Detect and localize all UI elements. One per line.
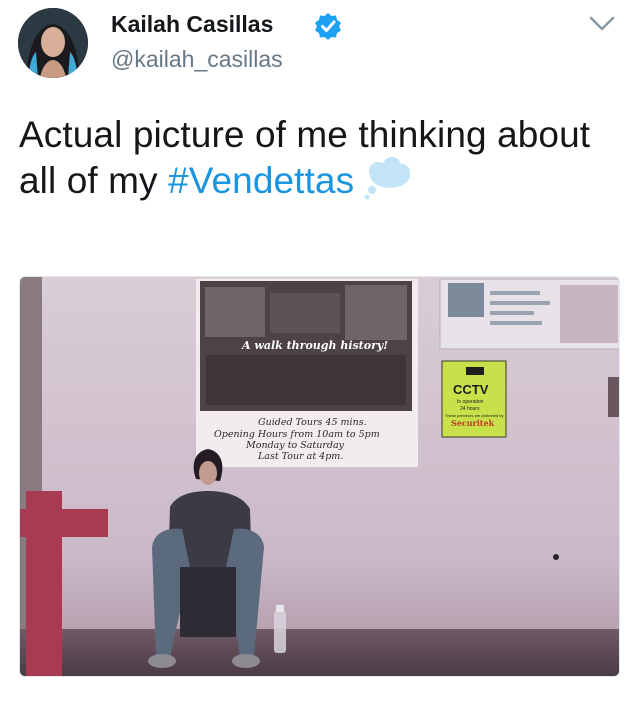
tweet-header: Kailah Casillas @kailah_casillas	[0, 0, 636, 90]
cctv-subtitle: In operation	[457, 399, 484, 405]
poster-banner: A walk through history!	[241, 339, 388, 352]
tweet-photo[interactable]: A walk through history! Guided Tours 45 …	[19, 276, 620, 677]
verified-badge-icon	[315, 13, 341, 40]
water-bottle	[274, 605, 286, 653]
cctv-hours: 24 hours	[460, 406, 480, 412]
tweet-text: Actual picture of me thinking about all …	[19, 112, 609, 203]
thought-balloon-icon	[364, 157, 411, 200]
avatar-photo	[18, 8, 88, 78]
poster-line-3: Monday to Saturday	[245, 440, 345, 451]
cctv-sign: CCTV In operation 24 hours These premise…	[441, 360, 507, 438]
display-name[interactable]: Kailah Casillas	[111, 11, 273, 38]
history-poster: A walk through history! Guided Tours 45 …	[196, 279, 418, 467]
poster-line-1: Guided Tours 45 mins.	[258, 417, 367, 428]
user-handle[interactable]: @kailah_casillas	[111, 46, 283, 73]
poster-line-2: Opening Hours from 10am to 5pm	[214, 429, 380, 440]
avatar[interactable]	[18, 8, 88, 78]
poster-line-4: Last Tour at 4pm.	[257, 451, 343, 462]
cctv-title: CCTV	[453, 382, 489, 397]
cctv-brand: Securitek	[451, 418, 495, 428]
chevron-down-icon[interactable]	[589, 15, 615, 33]
photo-scene: A walk through history! Guided Tours 45 …	[20, 277, 619, 676]
info-board	[439, 278, 619, 350]
hashtag-link[interactable]: #Vendettas	[168, 160, 354, 201]
